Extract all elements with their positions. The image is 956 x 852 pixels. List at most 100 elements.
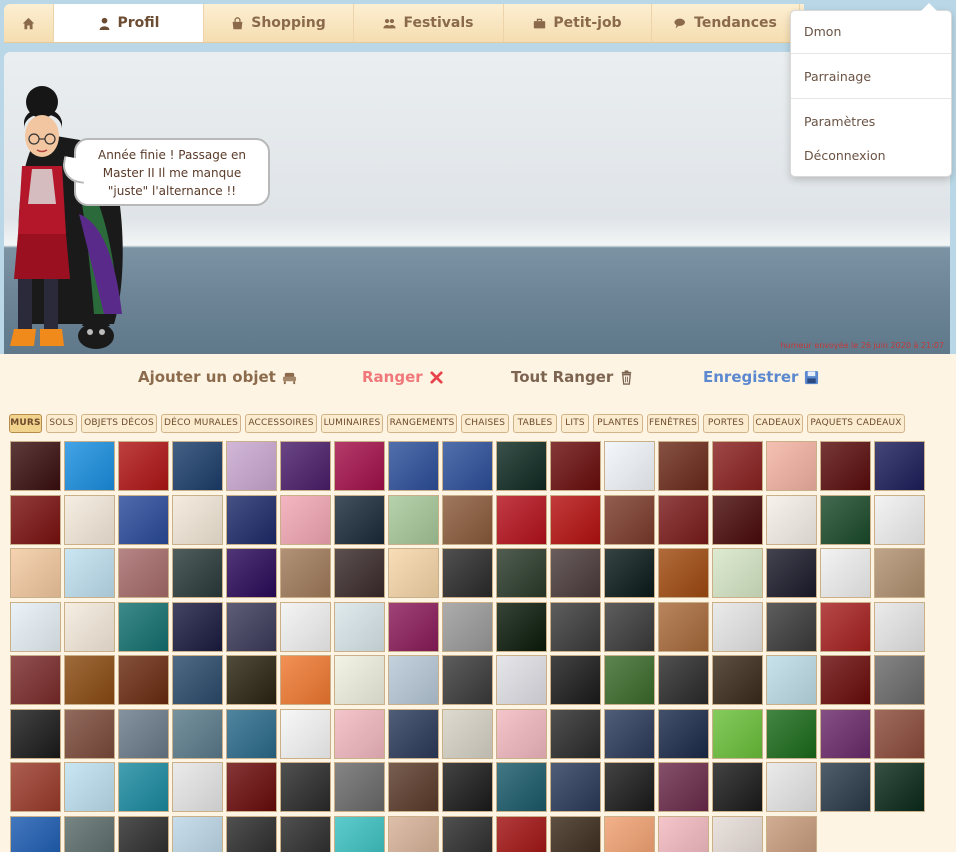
item-tile[interactable]	[118, 441, 169, 491]
item-tile[interactable]	[118, 708, 169, 759]
item-tile[interactable]	[388, 494, 439, 545]
item-tile[interactable]	[604, 601, 655, 652]
item-tile[interactable]	[874, 441, 925, 491]
item-tile[interactable]	[172, 601, 223, 652]
item-tile[interactable]	[226, 655, 277, 705]
item-tile[interactable]	[874, 708, 925, 759]
item-tile[interactable]	[388, 708, 439, 759]
item-tile[interactable]	[496, 441, 547, 491]
item-tile[interactable]	[280, 441, 331, 491]
category-tab[interactable]: PLANTES	[593, 414, 643, 433]
item-tile[interactable]	[172, 708, 223, 759]
item-tile[interactable]	[604, 494, 655, 545]
item-tile[interactable]	[820, 601, 871, 652]
item-tile[interactable]	[496, 548, 547, 598]
item-tile[interactable]	[64, 494, 115, 545]
item-tile[interactable]	[496, 762, 547, 812]
item-tile[interactable]	[226, 548, 277, 598]
item-tile[interactable]	[334, 601, 385, 652]
item-tile[interactable]	[334, 708, 385, 759]
item-tile[interactable]	[766, 441, 817, 491]
item-tile[interactable]	[550, 655, 601, 705]
item-tile[interactable]	[64, 815, 115, 852]
item-tile[interactable]	[442, 441, 493, 491]
item-tile[interactable]	[766, 762, 817, 812]
item-tile[interactable]	[658, 494, 709, 545]
item-tile[interactable]	[118, 815, 169, 852]
item-tile[interactable]	[766, 601, 817, 652]
category-tab[interactable]: CHAISES	[461, 414, 509, 433]
item-tile[interactable]	[280, 601, 331, 652]
item-tile[interactable]	[820, 441, 871, 491]
item-tile[interactable]	[10, 601, 61, 652]
item-tile[interactable]	[388, 815, 439, 852]
item-tile[interactable]	[172, 494, 223, 545]
item-tile[interactable]	[226, 601, 277, 652]
item-tile[interactable]	[658, 548, 709, 598]
item-tile[interactable]	[118, 762, 169, 812]
item-tile[interactable]	[766, 494, 817, 545]
item-tile[interactable]	[118, 601, 169, 652]
nav-tab-profil[interactable]: Profil	[54, 4, 204, 42]
item-tile[interactable]	[442, 601, 493, 652]
item-tile[interactable]	[820, 708, 871, 759]
item-tile[interactable]	[280, 762, 331, 812]
item-tile[interactable]	[874, 655, 925, 705]
save-button[interactable]: Enregistrer	[703, 368, 819, 386]
item-tile[interactable]	[820, 762, 871, 812]
dropdown-item-deconnexion[interactable]: Déconnexion	[804, 148, 886, 163]
item-tile[interactable]	[10, 762, 61, 812]
category-tab[interactable]: DÉCO MURALES	[161, 414, 241, 433]
item-tile[interactable]	[64, 708, 115, 759]
item-tile[interactable]	[496, 708, 547, 759]
dropdown-username[interactable]: Dmon	[804, 24, 841, 39]
item-tile[interactable]	[334, 441, 385, 491]
item-tile[interactable]	[226, 441, 277, 491]
item-tile[interactable]	[766, 815, 817, 852]
item-tile[interactable]	[442, 762, 493, 812]
item-tile[interactable]	[10, 815, 61, 852]
item-tile[interactable]	[172, 655, 223, 705]
item-tile[interactable]	[604, 708, 655, 759]
item-tile[interactable]	[712, 601, 763, 652]
item-tile[interactable]	[604, 815, 655, 852]
item-tile[interactable]	[64, 548, 115, 598]
item-tile[interactable]	[442, 548, 493, 598]
category-tab[interactable]: ACCESSOIRES	[245, 414, 317, 433]
item-tile[interactable]	[388, 655, 439, 705]
item-tile[interactable]	[550, 708, 601, 759]
item-tile[interactable]	[280, 494, 331, 545]
item-tile[interactable]	[766, 548, 817, 598]
item-tile[interactable]	[712, 494, 763, 545]
item-tile[interactable]	[442, 815, 493, 852]
item-tile[interactable]	[658, 601, 709, 652]
item-tile[interactable]	[550, 548, 601, 598]
item-tile[interactable]	[226, 815, 277, 852]
item-tile[interactable]	[658, 708, 709, 759]
item-tile[interactable]	[442, 708, 493, 759]
dropdown-item-parametres[interactable]: Paramètres	[804, 114, 875, 129]
item-tile[interactable]	[874, 494, 925, 545]
item-tile[interactable]	[172, 548, 223, 598]
item-tile[interactable]	[226, 762, 277, 812]
item-tile[interactable]	[550, 494, 601, 545]
item-tile[interactable]	[712, 655, 763, 705]
item-tile[interactable]	[496, 601, 547, 652]
item-tile[interactable]	[172, 762, 223, 812]
item-tile[interactable]	[550, 815, 601, 852]
item-tile[interactable]	[712, 441, 763, 491]
nav-tab-petit-job[interactable]: Petit-job	[504, 4, 652, 42]
nav-tab-tendances[interactable]: Tendances	[652, 4, 800, 42]
item-tile[interactable]	[172, 441, 223, 491]
item-tile[interactable]	[10, 548, 61, 598]
dropdown-item-parrainage[interactable]: Parrainage	[804, 69, 871, 84]
item-tile[interactable]	[388, 601, 439, 652]
item-tile[interactable]	[280, 655, 331, 705]
item-tile[interactable]	[442, 494, 493, 545]
nav-tab-shopping[interactable]: Shopping	[204, 4, 354, 42]
category-tab[interactable]: PORTES	[703, 414, 749, 433]
item-tile[interactable]	[10, 441, 61, 491]
category-tab[interactable]: OBJETS DÉCOS	[81, 414, 157, 433]
item-tile[interactable]	[604, 441, 655, 491]
item-tile[interactable]	[118, 494, 169, 545]
